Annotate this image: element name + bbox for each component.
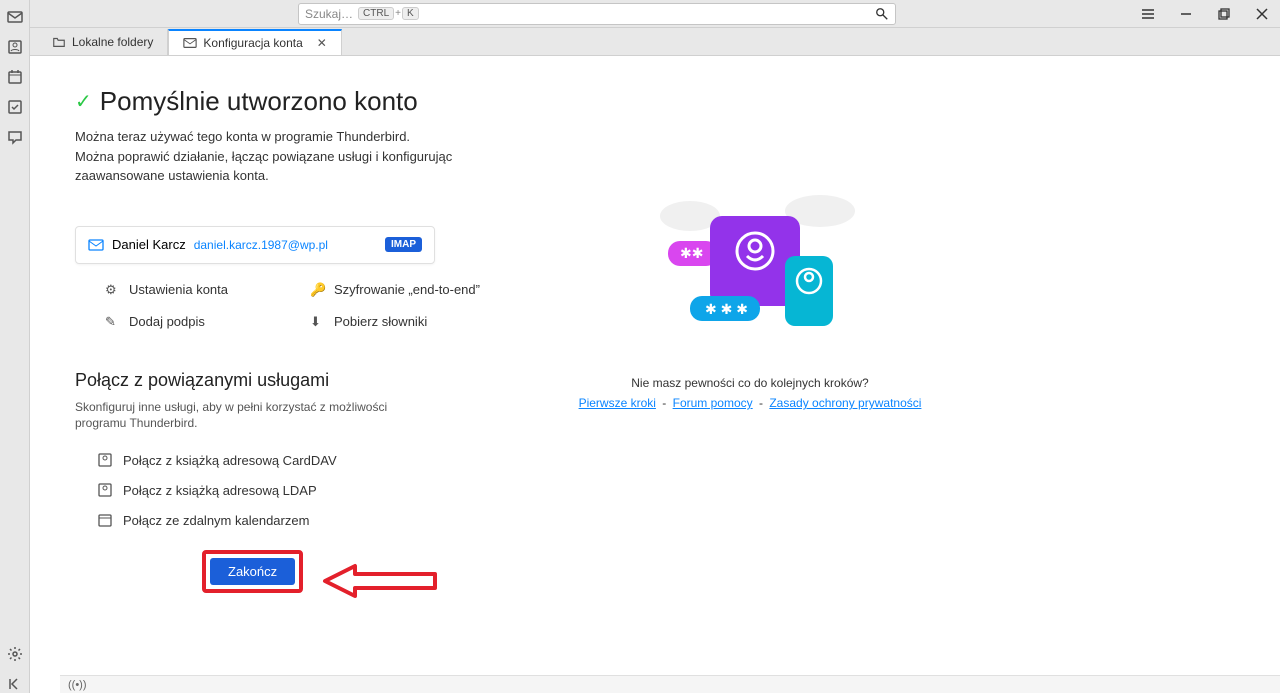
maximize-icon[interactable] [1214,4,1234,24]
tab-close-icon[interactable]: ✕ [317,36,327,50]
protocol-badge: IMAP [385,237,422,252]
account-card: Daniel Karcz daniel.karcz.1987@wp.pl IMA… [75,226,435,264]
key-icon: 🔑 [310,282,326,298]
account-email: daniel.karcz.1987@wp.pl [194,238,328,252]
finish-button[interactable]: Zakończ [210,558,295,585]
right-column: ✱✱ ✱ ✱ ✱ Nie masz pewności co do kolejny… [495,86,945,693]
addressbook-icon[interactable] [6,38,24,56]
status-bar: ((•)) [60,675,1280,693]
illustration: ✱✱ ✱ ✱ ✱ [630,186,870,346]
tab-label: Konfiguracja konta [203,36,302,50]
pencil-icon: ✎ [105,314,121,330]
account-name: Daniel Karcz [112,237,186,252]
hamburger-icon[interactable] [1138,4,1158,24]
chat-icon[interactable] [6,128,24,146]
services-title: Połącz z powiązanymi usługami [75,370,495,391]
close-icon[interactable] [1252,4,1272,24]
option-account-settings[interactable]: ⚙ Ustawienia konta [105,282,290,298]
left-column: ✓ Pomyślnie utworzono konto Można teraz … [75,86,495,693]
account-icon [88,237,104,253]
annotation-arrow-icon [310,556,440,606]
tab-label: Lokalne foldery [72,35,153,49]
download-icon: ⬇ [310,314,326,330]
svg-text:✱ ✱ ✱: ✱ ✱ ✱ [705,301,748,317]
link-forum[interactable]: Forum pomocy [673,396,753,410]
status-indicator: ((•)) [68,679,87,691]
service-ldap[interactable]: Połącz z książką adresową LDAP [97,482,495,498]
check-icon: ✓ [75,89,92,114]
help-question: Nie masz pewności co do kolejnych kroków… [555,376,945,390]
service-calendar[interactable]: Połącz ze zdalnym kalendarzem [97,512,495,528]
app-sidebar [0,0,30,693]
description: Można teraz używać tego konta w programi… [75,127,495,186]
calendar-icon[interactable] [6,68,24,86]
services-desc: Skonfiguruj inne usługi, aby w pełni kor… [75,399,415,433]
service-links: Połącz z książką adresową CardDAV Połącz… [75,452,495,528]
search-icon[interactable] [875,7,889,21]
folder-icon [52,35,66,49]
finish-wrapper: Zakończ [210,558,295,585]
account-options: ⚙ Ustawienia konta 🔑 Szyfrowanie „end-to… [75,282,495,330]
content-pane: ✓ Pomyślnie utworzono konto Można teraz … [30,56,1280,693]
envelope-icon [183,36,197,50]
minimize-icon[interactable] [1176,4,1196,24]
tasks-icon[interactable] [6,98,24,116]
window-controls [1138,4,1272,24]
gear-icon: ⚙ [105,282,121,298]
tab-local-folders[interactable]: Lokalne foldery [38,29,168,55]
kbd-ctrl: CTRL [358,7,394,20]
settings-icon[interactable] [6,645,24,663]
link-privacy[interactable]: Zasady ochrony prywatności [769,396,921,410]
collapse-icon[interactable] [6,675,24,693]
addressbook-icon [97,482,113,498]
mail-icon[interactable] [6,8,24,26]
link-first-steps[interactable]: Pierwsze kroki [579,396,656,410]
calendar-icon [97,512,113,528]
main-area: Szukaj… CTRL + K Lokalne foldery Konfigu… [30,0,1280,693]
search-placeholder: Szukaj… [305,7,353,21]
svg-text:✱✱: ✱✱ [680,245,703,261]
addressbook-icon [97,452,113,468]
tab-bar: Lokalne foldery Konfiguracja konta ✕ [30,28,1280,56]
search-input[interactable]: Szukaj… CTRL + K [298,3,896,25]
option-signature[interactable]: ✎ Dodaj podpis [105,314,290,330]
option-encryption[interactable]: 🔑 Szyfrowanie „end-to-end” [310,282,495,298]
topbar: Szukaj… CTRL + K [30,0,1280,28]
kbd-k: K [402,7,419,20]
help-links: Pierwsze kroki - Forum pomocy - Zasady o… [555,396,945,410]
service-carddav[interactable]: Połącz z książką adresową CardDAV [97,452,495,468]
option-dictionaries[interactable]: ⬇ Pobierz słowniki [310,314,495,330]
page-title: ✓ Pomyślnie utworzono konto [75,86,495,117]
tab-account-config[interactable]: Konfiguracja konta ✕ [168,29,341,55]
